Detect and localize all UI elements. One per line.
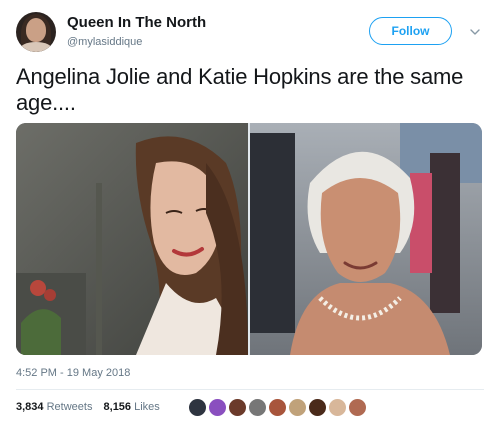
- follow-button[interactable]: Follow: [369, 17, 452, 45]
- tweet-stats: 3,834 Retweets 8,156 Likes: [16, 401, 168, 413]
- liker-avatar[interactable]: [328, 398, 347, 417]
- tweet-text: Angelina Jolie and Katie Hopkins are the…: [16, 64, 464, 115]
- photo-right[interactable]: [250, 123, 482, 355]
- liker-avatar[interactable]: [268, 398, 287, 417]
- likes-stat[interactable]: 8,156 Likes: [104, 401, 160, 413]
- divider: [16, 389, 484, 390]
- liker-avatar[interactable]: [208, 398, 227, 417]
- liker-avatar[interactable]: [248, 398, 267, 417]
- likes-count: 8,156: [103, 401, 132, 413]
- user-names[interactable]: Queen In The North @mylasiddique: [67, 14, 206, 50]
- liker-avatar[interactable]: [308, 398, 327, 417]
- photo-left-image: [16, 123, 248, 355]
- liker-avatar[interactable]: [228, 398, 247, 417]
- photo-left[interactable]: [16, 123, 248, 355]
- liker-avatar[interactable]: [188, 398, 207, 417]
- avatar-face: [26, 18, 46, 42]
- chevron-down-icon[interactable]: [468, 26, 482, 38]
- likes-label: Likes: [134, 401, 160, 413]
- tweet-media[interactable]: [16, 123, 482, 355]
- avatar[interactable]: [16, 12, 56, 52]
- liker-avatar[interactable]: [288, 398, 307, 417]
- tweet-timestamp[interactable]: 4:52 PM - 19 May 2018: [16, 367, 130, 379]
- retweets-label: Retweets: [46, 401, 93, 413]
- liker-avatar[interactable]: [348, 398, 367, 417]
- photo-right-image: [250, 123, 482, 355]
- display-name[interactable]: Queen In The North: [67, 14, 206, 32]
- avatar-shoulder: [20, 42, 52, 52]
- user-handle[interactable]: @mylasiddique: [67, 34, 206, 50]
- retweets-count: 3,834: [16, 401, 44, 413]
- tweet-card: Queen In The North @mylasiddique Follow …: [0, 0, 500, 426]
- tweet-header: Queen In The North @mylasiddique Follow: [16, 12, 484, 54]
- retweets-stat[interactable]: 3,834 Retweets: [16, 401, 96, 413]
